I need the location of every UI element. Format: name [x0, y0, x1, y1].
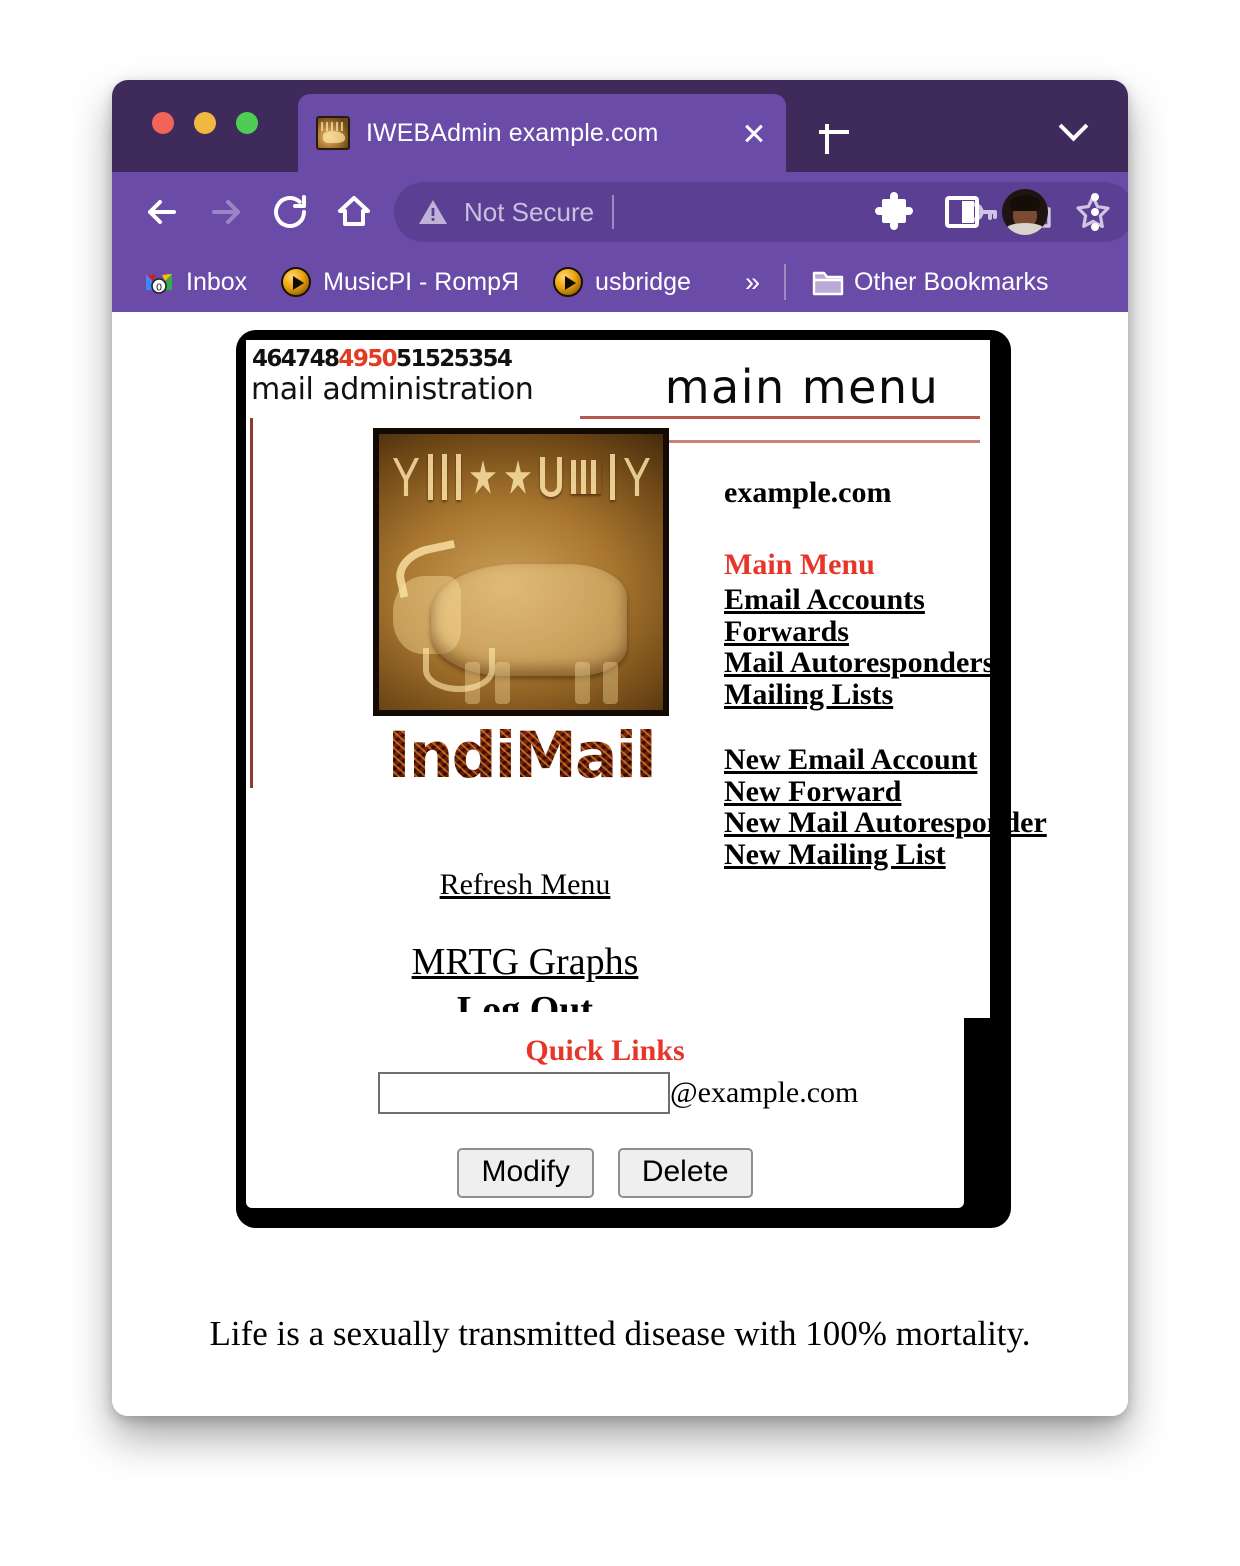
- avatar-shirt: [1006, 223, 1044, 235]
- mrtg-graphs-link[interactable]: MRTG Graphs: [380, 940, 670, 984]
- new-tab-icon[interactable]: [812, 110, 856, 154]
- quick-links-input[interactable]: [378, 1072, 670, 1114]
- refresh-menu-link[interactable]: Refresh Menu: [380, 868, 670, 902]
- media-play-icon: [553, 267, 584, 297]
- avatar-hair: [1010, 195, 1040, 211]
- quick-links-row: @example.com: [378, 1072, 858, 1114]
- menu-link-forwards[interactable]: Forwards: [724, 615, 1024, 648]
- forward-icon: [200, 186, 252, 238]
- chevron-down-icon[interactable]: [1060, 116, 1088, 132]
- back-icon[interactable]: [136, 186, 188, 238]
- menu-link-mail-autoresponders[interactable]: Mail Autoresponders: [724, 647, 1024, 679]
- id-highlight: 4950: [338, 346, 397, 372]
- page-id-number: 464748495051525354: [252, 346, 513, 372]
- indimail-wordmark: IndiMail: [373, 724, 669, 787]
- domain-label: example.com: [724, 476, 892, 509]
- bookmark-label: usbridge: [595, 267, 691, 296]
- menu-link-mailing-lists[interactable]: Mailing Lists: [724, 678, 1024, 711]
- page-viewport: 464748495051525354 mail administration m…: [112, 312, 1128, 1416]
- main-menu-heading: Main Menu: [724, 548, 875, 581]
- not-secure-warning-icon: [418, 197, 448, 227]
- home-icon[interactable]: [328, 186, 380, 238]
- close-icon[interactable]: [736, 115, 772, 151]
- folder-icon: [812, 267, 844, 297]
- browser-tab[interactable]: IWEBAdmin example.com: [298, 94, 786, 172]
- id-prefix: 464748: [252, 346, 340, 372]
- browser-menu-icon[interactable]: [1077, 188, 1113, 236]
- indus-seal-favicon-icon: [316, 116, 350, 150]
- page-panel-upper: 464748495051525354 mail administration m…: [246, 340, 1047, 1031]
- security-status-label: Not Secure: [464, 196, 595, 227]
- quick-links-buttons: Modify Delete: [246, 1148, 964, 1198]
- bookmark-item-inbox[interactable]: 0 Inbox: [134, 260, 257, 304]
- left-accent-rule: [250, 418, 253, 788]
- page-subtitle: mail administration: [251, 372, 534, 407]
- page-title: main menu: [664, 360, 940, 414]
- menu-link-new-mailing-list[interactable]: New Mailing List: [724, 838, 1024, 871]
- menu-group-spacer: [724, 710, 1024, 744]
- id-suffix: 51525354: [396, 346, 513, 372]
- side-panel-icon[interactable]: [940, 190, 984, 234]
- tab-strip: IWEBAdmin example.com: [112, 80, 1128, 172]
- svg-text:0: 0: [156, 283, 162, 294]
- tab-title: IWEBAdmin example.com: [366, 118, 659, 147]
- indus-valley-seal-icon: [373, 428, 669, 716]
- modify-button[interactable]: Modify: [457, 1148, 594, 1198]
- main-menu-column: example.com Main Menu Email Accounts For…: [724, 476, 1047, 871]
- screen: IWEBAdmin example.com Not Secure 0 Inbox…: [0, 0, 1240, 1566]
- window-controls: [152, 112, 258, 134]
- indus-script-glyphs: [393, 446, 655, 508]
- menu-link-new-email-account[interactable]: New Email Account: [724, 744, 1024, 776]
- reload-icon[interactable]: [264, 186, 316, 238]
- bookmarks-divider: [783, 264, 786, 300]
- bookmark-item-musicpi[interactable]: MusicPI - RompЯ: [271, 260, 529, 304]
- gmail-icon: 0: [144, 267, 174, 297]
- menu-link-new-mail-autoresponder[interactable]: New Mail Autoresponder: [724, 807, 1047, 839]
- quick-links-domain-suffix: @example.com: [670, 1076, 859, 1109]
- bookmark-label: MusicPI - RompЯ: [323, 267, 520, 296]
- seal-trough: [423, 648, 495, 692]
- browser-toolbar: Not Secure: [112, 172, 1128, 252]
- menu-link-new-forward[interactable]: New Forward: [724, 775, 1024, 808]
- header-rule-top: [580, 416, 980, 419]
- extensions-puzzle-icon[interactable]: [872, 190, 916, 234]
- close-window-button[interactable]: [152, 112, 174, 134]
- quick-links-title: Quick Links: [525, 1034, 685, 1067]
- other-bookmarks-label[interactable]: Other Bookmarks: [842, 268, 1049, 297]
- maximize-window-button[interactable]: [236, 112, 258, 134]
- minimize-window-button[interactable]: [194, 112, 216, 134]
- omnibox-divider: [612, 195, 615, 229]
- browser-window: IWEBAdmin example.com Not Secure 0 Inbox…: [112, 80, 1128, 1416]
- bookmarks-bar: 0 Inbox MusicPI - RompЯ usbridge » Other…: [112, 252, 1128, 312]
- menu-link-email-accounts[interactable]: Email Accounts: [724, 584, 1024, 616]
- bookmarks-overflow-icon[interactable]: »: [745, 267, 760, 298]
- avatar[interactable]: [1002, 189, 1048, 235]
- bookmark-label: Inbox: [186, 267, 248, 296]
- footer-quote: Life is a sexually transmitted disease w…: [209, 1314, 1031, 1353]
- delete-button[interactable]: Delete: [617, 1148, 753, 1198]
- indimail-logo: IndiMail: [373, 428, 669, 787]
- bookmark-item-usbridge[interactable]: usbridge: [543, 260, 701, 304]
- media-play-icon: [281, 267, 312, 297]
